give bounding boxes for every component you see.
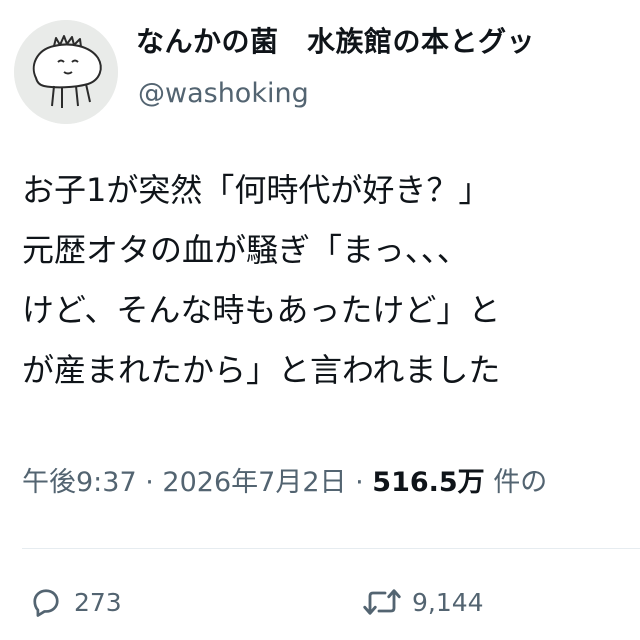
post-text-line: 元歴オタの血が騒ぎ「まっ、、、 xyxy=(22,231,469,269)
meta-separator: · xyxy=(145,467,154,498)
views-count: 516.5万 xyxy=(372,467,485,498)
retweet-button[interactable]: 9,144 xyxy=(362,580,484,624)
retweet-count: 9,144 xyxy=(412,587,484,617)
tweet-card: なんかの菌 水族館の本とグッ @washoking お子1が突然「何時代が好き？… xyxy=(0,0,640,640)
divider xyxy=(22,548,640,549)
views-label: 件の xyxy=(493,467,548,498)
author-handle[interactable]: @washoking xyxy=(138,78,309,109)
meta-separator: · xyxy=(355,467,364,498)
reply-button[interactable]: 273 xyxy=(28,580,122,624)
post-time[interactable]: 午後9:37 xyxy=(22,467,137,498)
author-display-name[interactable]: なんかの菌 水族館の本とグッ xyxy=(136,20,535,60)
retweet-arrows-icon xyxy=(363,589,401,615)
reply-count: 273 xyxy=(74,587,122,617)
post-metadata: 午後9:37 · 2026年7月2日 · 516.5万 件の xyxy=(22,460,547,499)
avatar[interactable] xyxy=(14,20,118,124)
speech-bubble-icon xyxy=(33,589,59,617)
post-text: お子1が突然「何時代が好き？」 元歴オタの血が騒ぎ「まっ、、、 けど、そんな時も… xyxy=(22,160,640,400)
post-date[interactable]: 2026年7月2日 xyxy=(162,467,346,498)
creature-drawing-icon xyxy=(14,20,118,124)
post-text-line: お子1が突然「何時代が好き？」 xyxy=(22,171,491,209)
post-text-line: けど、そんな時もあったけど」と xyxy=(22,291,501,329)
post-text-line: が産まれたから」と言われました xyxy=(22,351,501,389)
